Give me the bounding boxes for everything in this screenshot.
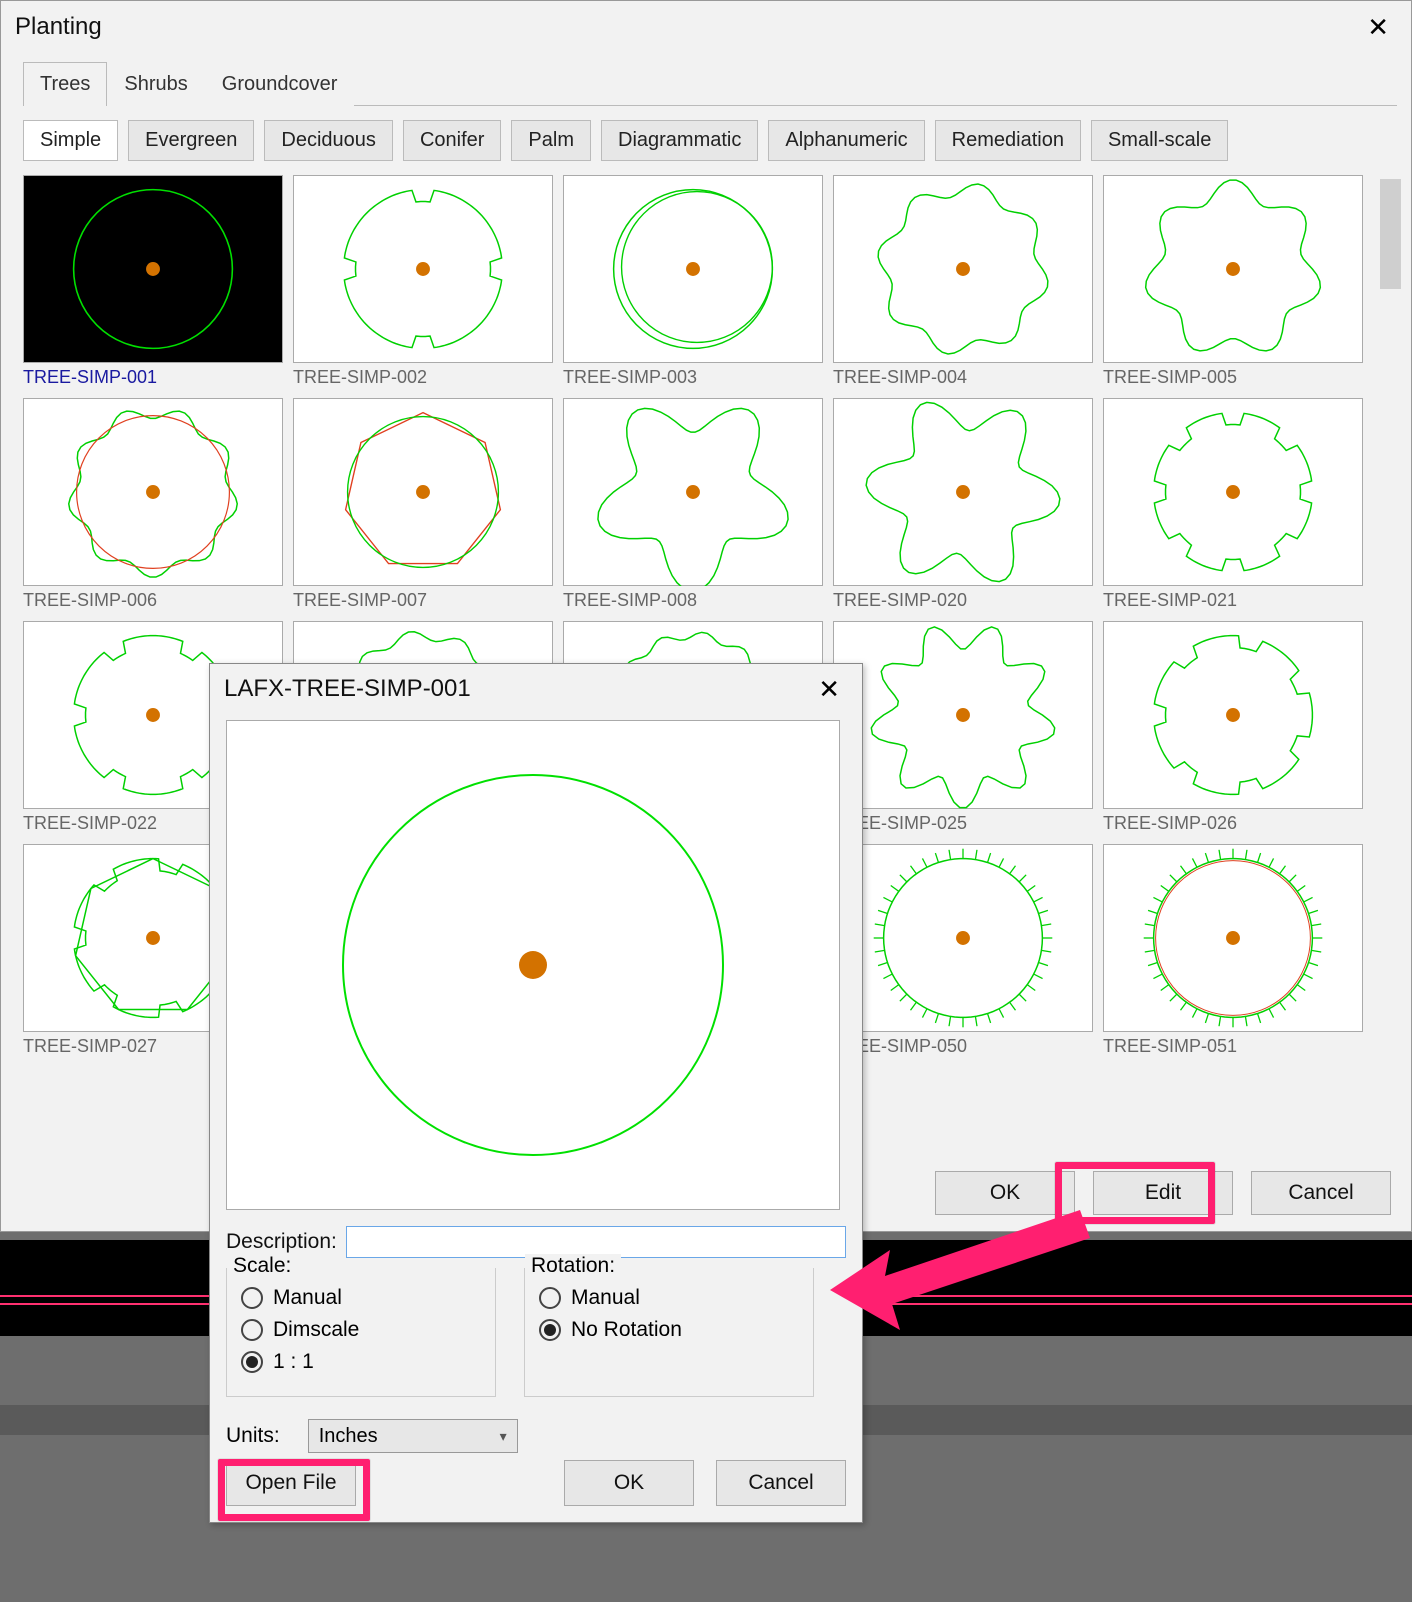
tab-groundcover[interactable]: Groundcover: [205, 62, 355, 106]
scroll-down-icon[interactable]: ▾: [1380, 1123, 1401, 1125]
symbol-caption: TREE-SIMP-020: [833, 590, 1093, 611]
scale-dimscale-label: Dimscale: [273, 1318, 359, 1342]
subtab-evergreen[interactable]: Evergreen: [128, 120, 254, 161]
edit-button[interactable]: Edit: [1093, 1171, 1233, 1215]
symbol-cell[interactable]: TREE-SIMP-003: [563, 175, 823, 388]
scale-11-label: 1 : 1: [273, 1350, 314, 1374]
scale-manual-radio[interactable]: Manual: [241, 1286, 481, 1310]
symbol-thumb[interactable]: [833, 844, 1093, 1032]
ok-button[interactable]: OK: [935, 1171, 1075, 1215]
symbol-cell[interactable]: TREE-SIMP-051: [1103, 844, 1363, 1057]
close-icon[interactable]: ✕: [1359, 10, 1397, 44]
subtab-smallscale[interactable]: Small-scale: [1091, 120, 1228, 161]
symbol-thumb[interactable]: [1103, 621, 1363, 809]
symbol-thumb[interactable]: [563, 398, 823, 586]
symbol-cell[interactable]: TREE-SIMP-025: [833, 621, 1093, 834]
symbol-cell[interactable]: TREE-SIMP-002: [293, 175, 553, 388]
open-file-button[interactable]: Open File: [226, 1460, 356, 1506]
symbol-caption: TREE-SIMP-003: [563, 367, 823, 388]
rotation-manual-label: Manual: [571, 1286, 640, 1310]
symbol-thumb[interactable]: [1103, 844, 1363, 1032]
detail-cancel-button[interactable]: Cancel: [716, 1460, 846, 1506]
symbol-thumb[interactable]: [293, 398, 553, 586]
rotation-label: Rotation:: [525, 1254, 621, 1278]
units-label: Units:: [226, 1424, 280, 1448]
subtab-alphanumeric[interactable]: Alphanumeric: [768, 120, 924, 161]
chevron-down-icon: ▾: [500, 1428, 507, 1445]
symbol-thumb[interactable]: [833, 398, 1093, 586]
dialog-title: Planting: [15, 13, 102, 41]
symbol-cell[interactable]: TREE-SIMP-020: [833, 398, 1093, 611]
cancel-button[interactable]: Cancel: [1251, 1171, 1391, 1215]
symbol-caption: TREE-SIMP-004: [833, 367, 1093, 388]
symbol-caption: TREE-SIMP-051: [1103, 1036, 1363, 1057]
close-icon[interactable]: ✕: [810, 672, 848, 706]
symbol-caption: TREE-SIMP-002: [293, 367, 553, 388]
symbol-caption: TREE-SIMP-021: [1103, 590, 1363, 611]
symbol-thumb[interactable]: [1103, 175, 1363, 363]
subtab-palm[interactable]: Palm: [511, 120, 591, 161]
symbol-caption: TREE-SIMP-025: [833, 813, 1093, 834]
symbol-cell[interactable]: TREE-SIMP-007: [293, 398, 553, 611]
symbol-cell[interactable]: TREE-SIMP-004: [833, 175, 1093, 388]
symbol-thumb[interactable]: [563, 175, 823, 363]
scale-11-radio[interactable]: 1 : 1: [241, 1350, 481, 1374]
scroll-up-icon[interactable]: ▴: [1380, 175, 1401, 177]
symbol-cell[interactable]: TREE-SIMP-008: [563, 398, 823, 611]
symbol-cell[interactable]: TREE-SIMP-005: [1103, 175, 1363, 388]
symbol-preview: [226, 720, 840, 1210]
symbol-cell[interactable]: TREE-SIMP-021: [1103, 398, 1363, 611]
rotation-none-label: No Rotation: [571, 1318, 682, 1342]
symbol-caption: TREE-SIMP-006: [23, 590, 283, 611]
symbol-thumb[interactable]: [23, 398, 283, 586]
units-value: Inches: [319, 1425, 378, 1448]
subtab-deciduous[interactable]: Deciduous: [264, 120, 393, 161]
subtab-remediation[interactable]: Remediation: [935, 120, 1081, 161]
symbol-thumb[interactable]: [833, 621, 1093, 809]
category-tabs: Trees Shrubs Groundcover: [23, 61, 1397, 106]
style-tabs: Simple Evergreen Deciduous Conifer Palm …: [23, 120, 1397, 161]
detail-ok-button[interactable]: OK: [564, 1460, 694, 1506]
subtab-conifer[interactable]: Conifer: [403, 120, 501, 161]
tab-shrubs[interactable]: Shrubs: [107, 62, 204, 106]
detail-title: LAFX-TREE-SIMP-001: [224, 675, 471, 703]
units-select[interactable]: Inches ▾: [308, 1419, 518, 1453]
symbol-thumb[interactable]: [833, 175, 1093, 363]
symbol-cell[interactable]: TREE-SIMP-050: [833, 844, 1093, 1057]
description-label: Description:: [226, 1230, 346, 1254]
symbol-thumb[interactable]: [293, 175, 553, 363]
symbol-cell[interactable]: TREE-SIMP-026: [1103, 621, 1363, 834]
rotation-none-radio[interactable]: No Rotation: [539, 1318, 799, 1342]
scrollbar[interactable]: ▴ ▾: [1380, 175, 1401, 1125]
scrollbar-thumb[interactable]: [1380, 179, 1401, 289]
symbol-thumb[interactable]: [23, 175, 283, 363]
subtab-simple[interactable]: Simple: [23, 120, 118, 161]
symbol-caption: TREE-SIMP-008: [563, 590, 823, 611]
symbol-thumb[interactable]: [1103, 398, 1363, 586]
symbol-caption: TREE-SIMP-005: [1103, 367, 1363, 388]
symbol-caption: TREE-SIMP-007: [293, 590, 553, 611]
symbol-caption: TREE-SIMP-050: [833, 1036, 1093, 1057]
symbol-caption: TREE-SIMP-001: [23, 367, 283, 388]
rotation-manual-radio[interactable]: Manual: [539, 1286, 799, 1310]
scale-dimscale-radio[interactable]: Dimscale: [241, 1318, 481, 1342]
scale-label: Scale:: [227, 1254, 297, 1278]
subtab-diagrammatic[interactable]: Diagrammatic: [601, 120, 758, 161]
symbol-detail-dialog: LAFX-TREE-SIMP-001 ✕ Description: Scale:…: [209, 663, 863, 1523]
symbol-cell[interactable]: TREE-SIMP-006: [23, 398, 283, 611]
scale-manual-label: Manual: [273, 1286, 342, 1310]
tab-trees[interactable]: Trees: [23, 62, 107, 106]
symbol-caption: TREE-SIMP-026: [1103, 813, 1363, 834]
symbol-cell[interactable]: TREE-SIMP-001: [23, 175, 283, 388]
